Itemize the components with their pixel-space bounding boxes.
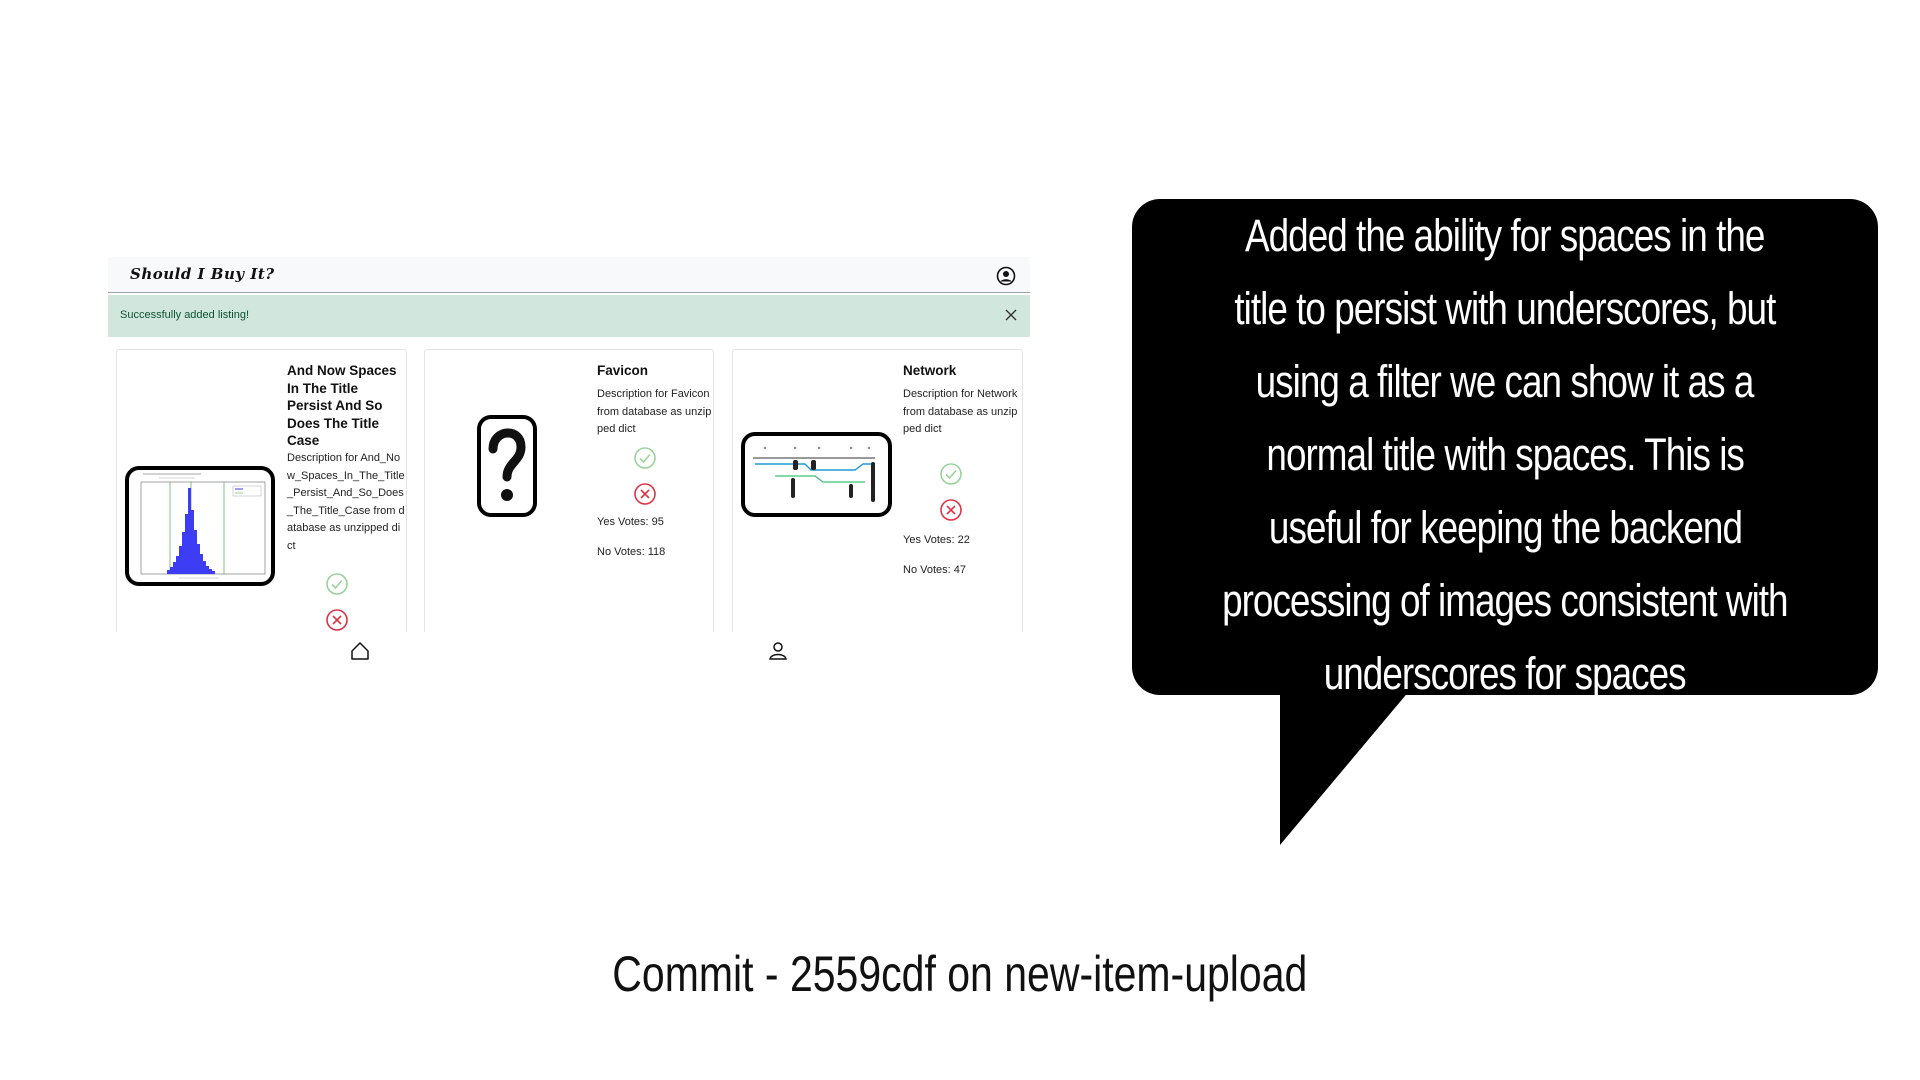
no-votes-count: No Votes: 47	[903, 564, 966, 576]
bubble-line: Added the ability for spaces in the	[1245, 210, 1765, 261]
x-circle-icon[interactable]	[633, 482, 657, 506]
card-title[interactable]: Favicon	[597, 362, 712, 380]
question-mark-image	[477, 415, 537, 517]
bubble-line: processing of images consistent with	[1222, 575, 1789, 626]
bubble-line: normal title with spaces. This is	[1266, 429, 1744, 480]
navbar: Should I Buy It?	[108, 257, 1030, 293]
check-circle-icon[interactable]	[939, 462, 963, 486]
success-alert: Successfully added listing!	[108, 295, 1030, 337]
bottom-nav	[108, 632, 1030, 667]
bubble-line: underscores for spaces	[1324, 648, 1687, 699]
network-diagram-image	[741, 432, 892, 517]
no-votes-count: No Votes: 118	[597, 546, 666, 558]
user-circle-icon[interactable]	[996, 266, 1016, 286]
card-title[interactable]: Network	[903, 362, 1021, 380]
bubble-line: useful for keeping the backend	[1268, 502, 1742, 553]
card-description: Description for Favicon from database as…	[597, 388, 712, 435]
x-circle-icon[interactable]	[939, 498, 963, 522]
person-icon[interactable]	[767, 640, 789, 662]
check-circle-icon[interactable]	[325, 572, 349, 596]
brand-logo[interactable]: Should I Buy It?	[130, 265, 275, 283]
card-description: Description for And_Now_Spaces_In_The_Ti…	[287, 452, 405, 552]
listing-card[interactable]: Network Description for Network from dat…	[732, 349, 1023, 649]
alert-message: Successfully added listing!	[120, 309, 250, 321]
bubble-line: using a filter we can show it as a	[1256, 356, 1755, 407]
bubble-line: title to persist with underscores, but	[1234, 283, 1777, 334]
listing-card[interactable]: Favicon Description for Favicon from dat…	[424, 349, 714, 649]
yes-votes-count: Yes Votes: 95	[597, 516, 664, 528]
card-title[interactable]: And Now Spaces In The Title Persist And …	[287, 362, 405, 450]
listing-card[interactable]: And Now Spaces In The Title Persist And …	[116, 349, 407, 649]
yes-votes-count: Yes Votes: 22	[903, 534, 970, 546]
x-circle-icon[interactable]	[325, 608, 349, 632]
app-screenshot: Should I Buy It? Successfully added list…	[108, 257, 1030, 667]
close-icon[interactable]	[1004, 308, 1018, 322]
check-circle-icon[interactable]	[633, 446, 657, 470]
commit-caption: Commit - 2559cdf on new-item-upload	[0, 945, 1920, 1003]
bubble-text: Added the ability for spaces in the titl…	[1132, 199, 1878, 710]
histogram-chart-image	[125, 466, 275, 586]
home-icon[interactable]	[349, 640, 371, 662]
speech-bubble-tail	[1280, 690, 1410, 845]
card-description: Description for Network from database as…	[903, 388, 1018, 435]
commit-caption-text: Commit - 2559cdf on new-item-upload	[612, 946, 1308, 1002]
